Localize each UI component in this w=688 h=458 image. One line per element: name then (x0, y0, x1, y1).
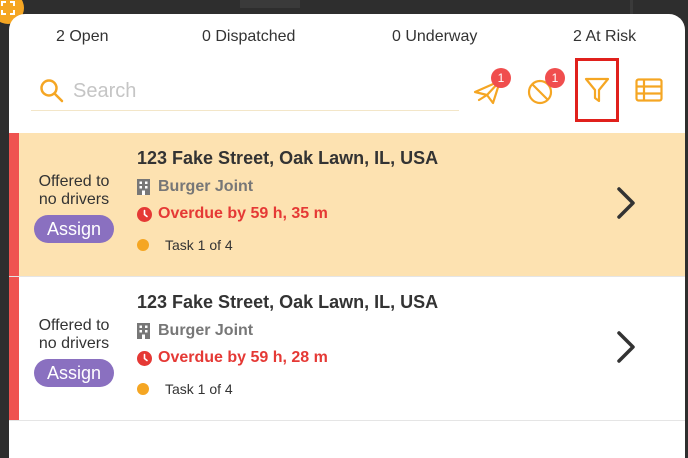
clock-icon (137, 350, 152, 366)
offer-status: Offered to no drivers (33, 317, 115, 353)
merchant-name: Burger Joint (158, 178, 254, 195)
filter-button[interactable] (581, 74, 613, 106)
overdue-row: Overdue by 59 h, 35 m (137, 205, 328, 223)
status-dot (137, 239, 149, 251)
filter-icon (584, 77, 610, 103)
building-icon (137, 323, 150, 339)
offer-status-line: no drivers (38, 335, 110, 352)
task-address: 123 Fake Street, Oak Lawn, IL, USA (137, 292, 439, 312)
offer-status-line: Offered to (38, 317, 110, 334)
risk-indicator-bar (9, 277, 19, 420)
assign-button[interactable]: Assign (34, 215, 114, 243)
map-road (240, 0, 300, 8)
task-panel: 2 Open 0 Dispatched 0 Underway 2 At Risk… (9, 14, 685, 458)
task-progress-row: Task 1 of 4 (137, 381, 233, 397)
task-progress-row: Task 1 of 4 (137, 237, 233, 253)
dispatch-button[interactable]: 1 (471, 68, 511, 108)
dispatched-count[interactable]: 0 Dispatched (202, 28, 295, 46)
risk-indicator-bar (9, 133, 19, 276)
merchant-row: Burger Joint (137, 178, 253, 196)
dispatch-badge: 1 (491, 68, 511, 88)
building-icon (137, 179, 150, 195)
offer-status: Offered to no drivers (33, 173, 115, 209)
task-address: 123 Fake Street, Oak Lawn, IL, USA (137, 148, 439, 168)
chevron-right-icon[interactable] (615, 185, 637, 221)
open-count[interactable]: 2 Open (56, 28, 108, 46)
underway-count[interactable]: 0 Underway (392, 28, 477, 46)
task-progress: Task 1 of 4 (165, 381, 233, 397)
task-progress: Task 1 of 4 (165, 237, 233, 253)
map-road (630, 0, 633, 14)
status-dot (137, 383, 149, 395)
clock-icon (137, 206, 152, 222)
assign-button[interactable]: Assign (34, 359, 114, 387)
expand-icon (1, 1, 15, 15)
chevron-right-icon[interactable] (615, 329, 637, 365)
search-bar (31, 72, 459, 111)
table-view-icon (635, 78, 663, 102)
offer-status-line: no drivers (38, 191, 110, 208)
at-risk-count[interactable]: 2 At Risk (573, 28, 636, 46)
table-view-button[interactable] (633, 74, 665, 106)
task-card[interactable]: Offered to no drivers Assign 123 Fake St… (9, 277, 685, 421)
status-summary: 2 Open 0 Dispatched 0 Underway 2 At Risk (9, 28, 685, 50)
task-card[interactable]: Offered to no drivers Assign 123 Fake St… (9, 133, 685, 277)
search-input[interactable] (71, 76, 455, 106)
merchant-row: Burger Joint (137, 322, 253, 340)
overdue-text: Overdue by 59 h, 35 m (158, 205, 328, 222)
unassigned-badge: 1 (545, 68, 565, 88)
overdue-row: Overdue by 59 h, 28 m (137, 349, 328, 367)
offer-status-line: Offered to (38, 173, 110, 190)
merchant-name: Burger Joint (158, 322, 254, 339)
no-driver-filter-button[interactable]: 1 (525, 68, 565, 108)
search-icon (40, 79, 64, 103)
overdue-text: Overdue by 59 h, 28 m (158, 349, 328, 366)
